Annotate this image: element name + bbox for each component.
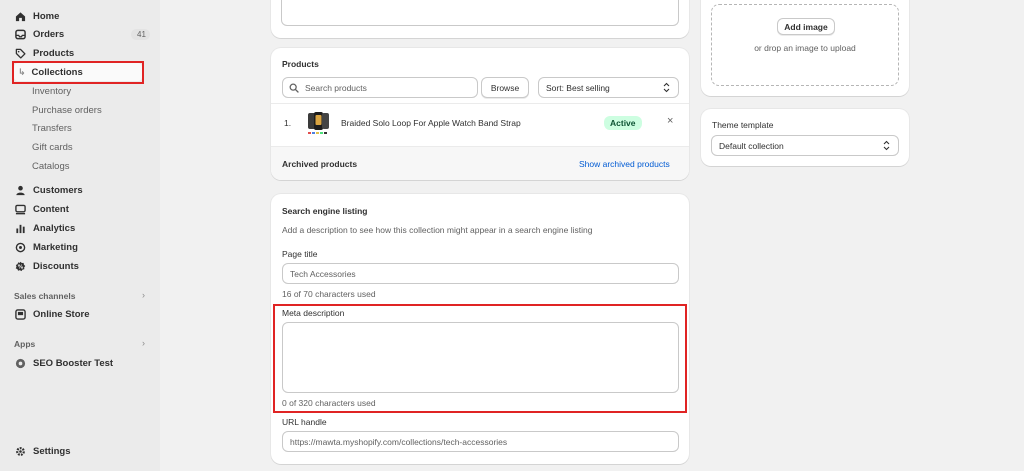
collections-highlight xyxy=(12,61,144,84)
page-title-input[interactable]: Tech Accessories xyxy=(282,263,679,284)
sidebar-item-content[interactable]: Content xyxy=(14,200,69,218)
chevron-right-icon[interactable]: › xyxy=(142,290,145,300)
table-row[interactable]: 1. Braided Solo Loop For Apple Watch Ban… xyxy=(271,104,689,144)
show-archived-link[interactable]: Show archived products xyxy=(579,159,670,169)
products-card: Products Search products Browse Sort: Be… xyxy=(271,48,689,180)
status-badge: Active xyxy=(604,116,642,130)
drop-image-hint: or drop an image to upload xyxy=(754,43,856,53)
description-card xyxy=(271,0,689,38)
select-chevrons-icon xyxy=(663,82,670,95)
person-icon xyxy=(14,184,26,196)
search-placeholder: Search products xyxy=(305,82,367,93)
theme-template-label: Theme template xyxy=(712,120,774,130)
sidebar-item-label: Customers xyxy=(33,184,83,196)
add-image-button[interactable]: Add image xyxy=(777,18,835,35)
meta-description-highlight xyxy=(273,304,687,413)
row-index: 1. xyxy=(284,118,292,128)
theme-template-card: Theme template Default collection xyxy=(701,109,909,166)
sidebar-item-inventory[interactable]: Inventory xyxy=(32,82,71,100)
sidebar-item-discounts[interactable]: % Discounts xyxy=(14,257,79,275)
sidebar-item-gift-cards[interactable]: Gift cards xyxy=(32,138,73,156)
description-editor[interactable] xyxy=(281,0,679,26)
sort-label: Sort: Best selling xyxy=(546,82,610,93)
tag-icon xyxy=(14,47,26,59)
sort-select[interactable]: Sort: Best selling xyxy=(538,77,679,98)
page-title-label: Page title xyxy=(282,249,318,259)
chevron-right-icon[interactable]: › xyxy=(142,338,145,348)
gear-icon xyxy=(14,445,26,457)
search-products-input[interactable]: Search products xyxy=(282,77,478,98)
page-title-value: Tech Accessories xyxy=(290,268,356,279)
sidebar-item-seo-booster[interactable]: SEO Booster Test xyxy=(14,354,113,372)
theme-template-value: Default collection xyxy=(719,140,784,151)
sidebar-item-transfers[interactable]: Transfers xyxy=(32,119,72,137)
store-icon xyxy=(14,308,26,320)
sidebar-item-label: Orders xyxy=(33,28,65,40)
browse-button[interactable]: Browse xyxy=(481,77,529,98)
orders-count-badge: 41 xyxy=(131,28,150,40)
app-icon xyxy=(14,357,26,369)
page-title-char-count: 16 of 70 characters used xyxy=(282,289,376,299)
sidebar-item-label: Marketing xyxy=(33,241,78,253)
home-icon xyxy=(14,10,26,22)
url-handle-value: https://mawta.myshopify.com/collections/… xyxy=(290,436,508,447)
close-icon[interactable]: × xyxy=(667,115,673,127)
product-name[interactable]: Braided Solo Loop For Apple Watch Band S… xyxy=(341,118,521,128)
select-chevrons-icon xyxy=(883,140,890,153)
sidebar-item-label: Discounts xyxy=(33,260,79,272)
svg-text:%: % xyxy=(17,264,23,270)
sidebar-item-customers[interactable]: Customers xyxy=(14,181,83,199)
url-handle-input[interactable]: https://mawta.myshopify.com/collections/… xyxy=(282,431,679,452)
sidebar-item-products[interactable]: Products xyxy=(14,44,74,62)
bar-chart-icon xyxy=(14,222,26,234)
sidebar-item-label: Content xyxy=(33,203,69,215)
apps-heading[interactable]: Apps xyxy=(14,339,35,349)
sidebar-item-label: Online Store xyxy=(33,308,90,320)
url-handle-label: URL handle xyxy=(282,417,327,427)
sidebar-item-label: SEO Booster Test xyxy=(33,357,114,369)
seo-card-description: Add a description to see how this collec… xyxy=(282,225,593,235)
sidebar-item-marketing[interactable]: Marketing xyxy=(14,238,78,256)
search-icon xyxy=(283,83,305,93)
sidebar-item-label: Analytics xyxy=(33,222,76,234)
sidebar-item-label: Home xyxy=(33,10,60,22)
theme-template-select[interactable]: Default collection xyxy=(711,135,899,156)
sidebar-item-purchase-orders[interactable]: Purchase orders xyxy=(32,101,102,119)
sidebar-item-label: Settings xyxy=(33,445,71,457)
collection-image-card: Add image or drop an image to upload xyxy=(701,0,909,96)
sidebar-item-online-store[interactable]: Online Store xyxy=(14,305,89,323)
archived-products-label: Archived products xyxy=(282,159,358,169)
sidebar-item-catalogs[interactable]: Catalogs xyxy=(32,157,70,175)
image-dropzone[interactable]: Add image or drop an image to upload xyxy=(711,4,899,86)
target-icon xyxy=(14,241,26,253)
sidebar-item-label: Products xyxy=(33,47,75,59)
content-icon xyxy=(14,203,26,215)
sidebar-item-home[interactable]: Home xyxy=(14,7,59,25)
seo-card-title: Search engine listing xyxy=(282,206,368,216)
sidebar-item-settings[interactable]: Settings xyxy=(14,442,70,460)
products-card-title: Products xyxy=(282,59,319,69)
product-thumbnail xyxy=(305,110,332,137)
inbox-icon xyxy=(14,28,26,40)
discount-icon: % xyxy=(14,260,26,272)
sidebar-item-orders[interactable]: Orders 41 xyxy=(14,25,150,43)
sidebar-item-analytics[interactable]: Analytics xyxy=(14,219,75,237)
archived-products-row: Archived products Show archived products xyxy=(271,146,689,180)
sales-channels-heading[interactable]: Sales channels xyxy=(14,291,75,301)
sidebar: Home Orders 41 Products ↳ Collections In… xyxy=(0,0,160,471)
